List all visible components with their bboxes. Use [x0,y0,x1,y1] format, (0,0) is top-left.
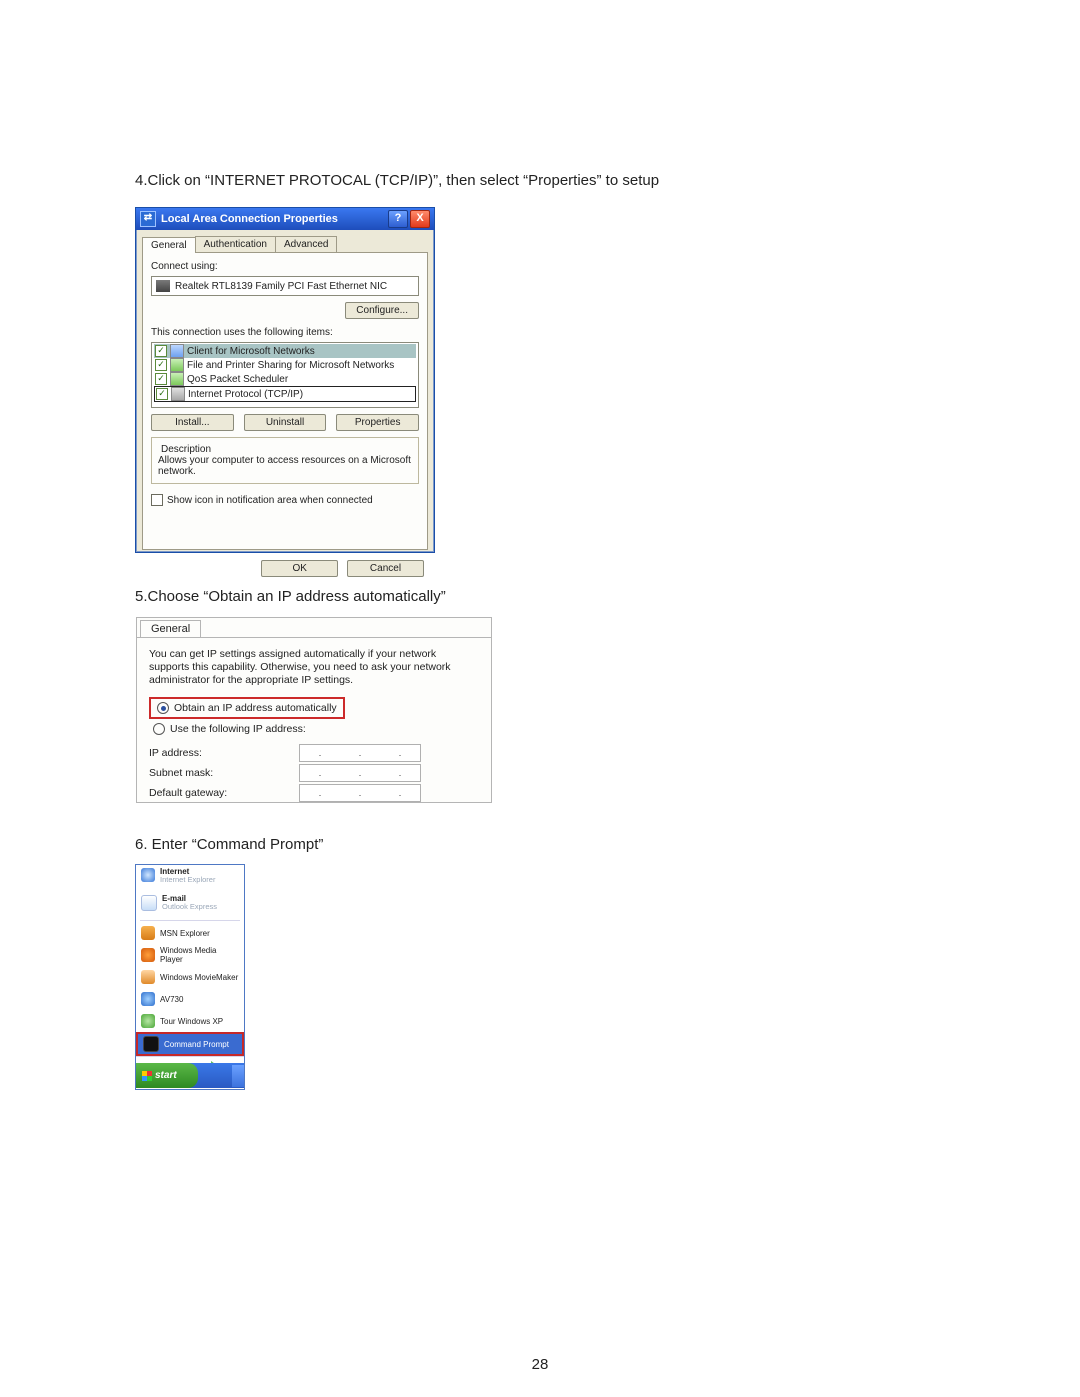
radio-icon[interactable] [153,723,165,735]
sm-cmd-label: Command Prompt [164,1040,229,1049]
system-tray[interactable] [232,1065,244,1087]
sm-wmp-label: Windows Media Player [160,946,239,964]
adapter-name: Realtek RTL8139 Family PCI Fast Ethernet… [175,281,387,292]
item-label: Internet Protocol (TCP/IP) [188,389,303,400]
description-legend: Description [158,444,214,455]
uninstall-button[interactable]: Uninstall [244,414,327,431]
show-icon-checkbox-row[interactable]: Show icon in notification area when conn… [151,494,419,506]
sm-av730[interactable]: AV730 [136,988,244,1010]
checkbox-icon[interactable]: ✓ [155,345,167,357]
items-label: This connection uses the following items… [151,327,419,338]
default-gateway-label: Default gateway: [149,787,299,799]
checkbox-icon[interactable]: ✓ [155,359,167,371]
start-button[interactable]: start [136,1063,198,1088]
item-file-printer-sharing[interactable]: ✓ File and Printer Sharing for Microsoft… [154,358,416,372]
mail-icon [141,895,157,911]
separator [140,920,240,921]
sm-command-prompt[interactable]: Command Prompt [136,1032,244,1056]
sm-email[interactable]: E-mail Outlook Express [136,892,244,919]
radio-obtain-auto[interactable]: Obtain an IP address automatically [153,700,341,716]
service-icon [170,372,184,386]
help-button[interactable]: ? [388,210,408,228]
general-panel: Connect using: Realtek RTL8139 Family PC… [142,252,428,550]
windows-flag-icon [142,1071,152,1081]
sm-tour-label: Tour Windows XP [160,1017,223,1026]
av-icon [141,992,155,1006]
radio-icon[interactable] [157,702,169,714]
tab-general[interactable]: General [142,237,196,253]
sm-msn[interactable]: MSN Explorer [136,922,244,944]
item-label: File and Printer Sharing for Microsoft N… [187,360,394,371]
subnet-mask-field[interactable]: ... [299,764,421,782]
arrow-icon [211,1061,218,1063]
msn-icon [141,926,155,940]
sm-all-programs[interactable]: All Programs [136,1056,244,1063]
ip-address-field[interactable]: ... [299,744,421,762]
dialog-footer: OK Cancel [136,556,434,577]
install-button[interactable]: Install... [151,414,234,431]
ok-button[interactable]: OK [261,560,338,577]
properties-button[interactable]: Properties [336,414,419,431]
service-icon [170,358,184,372]
tcpip-intro-text: You can get IP settings assigned automat… [149,648,479,687]
sm-internet-sublabel: Internet Explorer [160,876,215,884]
ip-address-label: IP address: [149,747,299,759]
nic-icon: ⇄ [140,211,156,227]
sm-email-sublabel: Outlook Express [162,903,217,911]
default-gateway-field[interactable]: ... [299,784,421,802]
ie-icon [141,868,155,882]
protocol-icon [171,387,185,401]
item-tcpip[interactable]: ✓ Internet Protocol (TCP/IP) [154,386,416,402]
step-6-text: 6. Enter “Command Prompt” [135,836,323,853]
description-text: Allows your computer to access resources… [158,455,412,477]
step-4-text: 4.Click on “INTERNET PROTOCAL (TCP/IP)”,… [135,172,659,189]
checkbox-icon[interactable] [151,494,163,506]
show-icon-label: Show icon in notification area when conn… [167,495,373,506]
close-button[interactable]: X [410,210,430,228]
connection-items-list[interactable]: ✓ Client for Microsoft Networks ✓ File a… [151,342,419,408]
dialog-tabs: General Authentication Advanced [142,236,428,252]
start-label: start [155,1070,177,1081]
tour-icon [141,1014,155,1028]
radio-label: Use the following IP address: [170,723,306,735]
tab-authentication[interactable]: Authentication [195,236,276,252]
sm-moviemaker[interactable]: Windows MovieMaker [136,966,244,988]
item-label: QoS Packet Scheduler [187,374,288,385]
radio-label: Obtain an IP address automatically [174,702,337,714]
sm-wmp[interactable]: Windows Media Player [136,944,244,966]
sm-moviemaker-label: Windows MovieMaker [160,973,238,982]
checkbox-icon[interactable]: ✓ [155,373,167,385]
item-client-ms-networks[interactable]: ✓ Client for Microsoft Networks [154,344,416,358]
cancel-button[interactable]: Cancel [347,560,424,577]
item-label: Client for Microsoft Networks [187,346,315,357]
adapter-icon [156,280,170,292]
connect-using-label: Connect using: [151,261,419,272]
sm-msn-label: MSN Explorer [160,929,210,938]
tab-general[interactable]: General [140,620,201,637]
description-fieldset: Description Allows your computer to acce… [151,437,419,484]
page-number: 28 [0,1356,1080,1373]
item-qos-scheduler[interactable]: ✓ QoS Packet Scheduler [154,372,416,386]
cmd-icon [143,1036,159,1052]
highlight-box: Obtain an IP address automatically [149,697,345,719]
adapter-field: Realtek RTL8139 Family PCI Fast Ethernet… [151,276,419,296]
sm-tour[interactable]: Tour Windows XP [136,1010,244,1032]
sm-av730-label: AV730 [160,995,183,1004]
moviemaker-icon [141,970,155,984]
subnet-mask-label: Subnet mask: [149,767,299,779]
start-menu: Internet Internet Explorer E-mail Outloo… [135,864,245,1090]
tcpip-properties-dialog: General You can get IP settings assigned… [136,617,492,803]
lan-properties-dialog: ⇄ Local Area Connection Properties ? X G… [135,207,435,553]
wmp-icon [141,948,155,962]
dialog-titlebar[interactable]: ⇄ Local Area Connection Properties ? X [136,208,434,230]
step-5-text: 5.Choose “Obtain an IP address automatic… [135,588,446,605]
taskbar[interactable]: start [136,1063,244,1088]
dialog-title: Local Area Connection Properties [161,213,338,225]
client-icon [170,344,184,358]
checkbox-icon[interactable]: ✓ [156,388,168,400]
configure-button[interactable]: Configure... [345,302,419,319]
sm-internet[interactable]: Internet Internet Explorer [136,865,244,892]
tab-advanced[interactable]: Advanced [275,236,337,252]
radio-use-following[interactable]: Use the following IP address: [149,721,479,737]
